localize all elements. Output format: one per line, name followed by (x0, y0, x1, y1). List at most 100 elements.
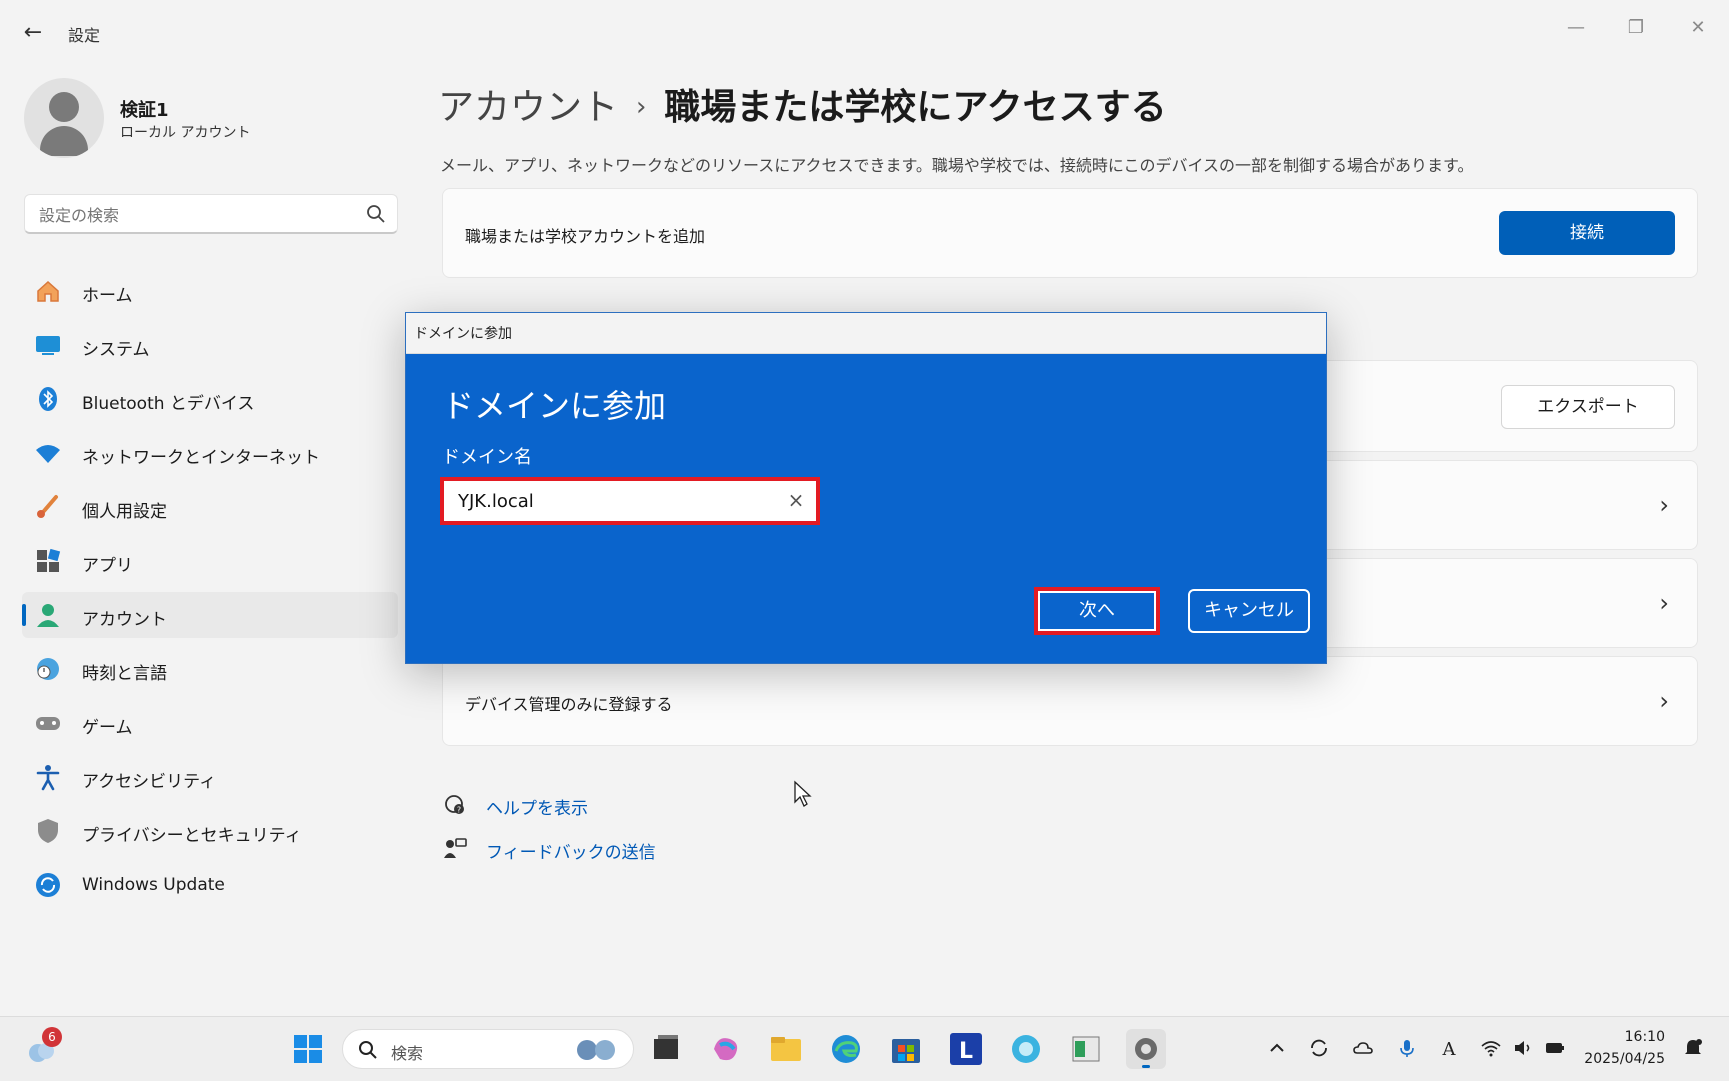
restore-button[interactable]: ❐ (1608, 8, 1664, 48)
notification-bell-icon[interactable] (1682, 1037, 1704, 1059)
edge-icon[interactable] (826, 1029, 866, 1069)
close-button[interactable]: ✕ (1670, 8, 1726, 48)
sidebar-item-label: 時刻と言語 (82, 664, 167, 684)
settings-search-box[interactable] (24, 194, 398, 234)
minimize-icon: — (1567, 17, 1585, 38)
sidebar-item-gaming[interactable]: ゲーム (22, 700, 398, 746)
avatar-body (40, 126, 88, 156)
volume-icon[interactable] (1512, 1037, 1534, 1059)
domain-name-label: ドメイン名 (442, 447, 532, 468)
apps-icon (37, 548, 61, 572)
add-account-card: 職場または学校アカウントを追加 接続 (442, 188, 1698, 278)
sidebar-item-label: 個人用設定 (82, 502, 167, 522)
search-icon[interactable] (365, 203, 387, 225)
shield-icon (38, 819, 58, 843)
settings-gear-icon[interactable] (1126, 1029, 1166, 1069)
sync-icon[interactable] (1308, 1037, 1330, 1059)
help-link-label[interactable]: ヘルプを表示 (486, 794, 588, 819)
sidebar-item-label: Bluetooth とデバイス (82, 394, 255, 414)
l-app-icon[interactable]: L (946, 1029, 986, 1069)
sidebar-item-label: プライバシーとセキュリティ (82, 826, 302, 846)
notification-count-badge: 6 (42, 1027, 62, 1047)
app-circle-icon[interactable] (1006, 1029, 1046, 1069)
sidebar-item-time-language[interactable]: 時刻と言語 (22, 646, 398, 692)
arrow-left-icon: ← (23, 20, 43, 45)
chevron-up-icon[interactable] (1266, 1037, 1288, 1059)
taskbar-search[interactable]: 検索 (342, 1029, 634, 1069)
export-button[interactable]: エクスポート (1501, 385, 1675, 429)
dialog-titlebar: ドメインに参加 (406, 313, 1326, 354)
page-title: 職場または学校にアクセスする (664, 87, 1167, 128)
search-icon (359, 1041, 377, 1059)
sidebar-item-privacy[interactable]: プライバシーとセキュリティ (22, 808, 398, 854)
sidebar-item-system[interactable]: システム (22, 322, 398, 368)
app-title: 設定 (68, 26, 101, 45)
clock-globe-icon (37, 658, 59, 680)
breadcrumb-separator: › (636, 92, 647, 122)
update-icon (36, 873, 60, 897)
next-button[interactable]: 次へ (1034, 587, 1160, 635)
add-account-label: 職場または学校アカウントを追加 (465, 227, 706, 246)
account-icon (37, 604, 59, 627)
breadcrumb-parent[interactable]: アカウント (438, 87, 618, 128)
breadcrumb: アカウント › 職場または学校にアクセスする (438, 78, 1167, 130)
wifi-icon (36, 445, 60, 463)
cancel-button[interactable]: キャンセル (1188, 589, 1310, 633)
chevron-right-icon: › (1659, 687, 1669, 715)
windows-start-icon[interactable] (288, 1029, 328, 1069)
minimize-button[interactable]: — (1548, 8, 1604, 48)
sidebar-item-accounts[interactable]: アカウント (22, 592, 398, 638)
back-button[interactable]: ← (18, 18, 48, 48)
clock-date[interactable]: 2025/04/25 (1584, 1051, 1665, 1067)
sidebar-item-bluetooth[interactable]: Bluetooth とデバイス (22, 376, 398, 422)
clock-time[interactable]: 16:10 (1625, 1029, 1665, 1045)
chevron-right-icon: › (1659, 589, 1669, 617)
sidebar-item-label: Windows Update (82, 875, 225, 895)
gamepad-icon (36, 717, 60, 730)
wifi-icon[interactable] (1480, 1037, 1502, 1059)
close-icon: ✕ (1690, 17, 1706, 38)
sidebar-item-label: アクセシビリティ (82, 772, 217, 792)
dialog-heading: ドメインに参加 (442, 387, 667, 425)
search-input[interactable] (37, 203, 361, 227)
user-name: 検証1 (120, 100, 169, 121)
svg-text:?: ? (457, 806, 461, 815)
microphone-icon[interactable] (1396, 1037, 1418, 1059)
file-explorer-icon[interactable] (766, 1029, 806, 1069)
dialog-titlebar-text: ドメインに参加 (414, 326, 512, 342)
avatar[interactable] (24, 78, 104, 158)
task-view-icon[interactable] (646, 1029, 686, 1069)
mouse-cursor-icon (794, 780, 812, 807)
sidebar-item-label: ホーム (82, 286, 133, 306)
brush-icon (37, 495, 58, 518)
sidebar-item-home[interactable]: ホーム (22, 268, 398, 314)
chevron-right-icon: › (1659, 491, 1669, 519)
sidebar-item-windows-update[interactable]: Windows Update (22, 862, 398, 908)
device-management-row[interactable]: デバイス管理のみに登録する › (442, 656, 1698, 746)
store-icon[interactable] (886, 1029, 926, 1069)
ime-a-icon[interactable]: A (1438, 1037, 1460, 1059)
domain-name-input[interactable] (456, 488, 760, 514)
sidebar-item-personalization[interactable]: 個人用設定 (22, 484, 398, 530)
connect-button[interactable]: 接続 (1499, 211, 1675, 255)
bluetooth-icon (39, 387, 57, 411)
user-account-type: ローカル アカウント (120, 125, 251, 141)
sidebar-item-label: アプリ (82, 556, 133, 576)
svg-text:A: A (1442, 1039, 1457, 1059)
feedback-link-label[interactable]: フィードバックの送信 (486, 838, 656, 863)
title-bar: ← 設定 — ❐ ✕ (0, 0, 1729, 62)
cloud-icon[interactable] (1352, 1037, 1374, 1059)
restore-icon: ❐ (1627, 17, 1645, 38)
domain-name-field[interactable]: × (440, 477, 820, 525)
taskbar: 6 検索 L A 16:10 2025/04/25 (0, 1016, 1729, 1081)
battery-icon[interactable] (1544, 1037, 1566, 1059)
sidebar-item-apps[interactable]: アプリ (22, 538, 398, 584)
accessibility-icon (36, 765, 60, 791)
join-domain-dialog: ドメインに参加 ドメインに参加 ドメイン名 × 次へ キャンセル (405, 312, 1327, 664)
sidebar-item-network[interactable]: ネットワークとインターネット (22, 430, 398, 476)
sidebar-item-accessibility[interactable]: アクセシビリティ (22, 754, 398, 800)
copilot-icon[interactable] (706, 1029, 746, 1069)
help-chat-icon: ? (445, 795, 464, 815)
clear-icon[interactable]: × (786, 490, 806, 510)
terminal-icon[interactable] (1066, 1029, 1106, 1069)
